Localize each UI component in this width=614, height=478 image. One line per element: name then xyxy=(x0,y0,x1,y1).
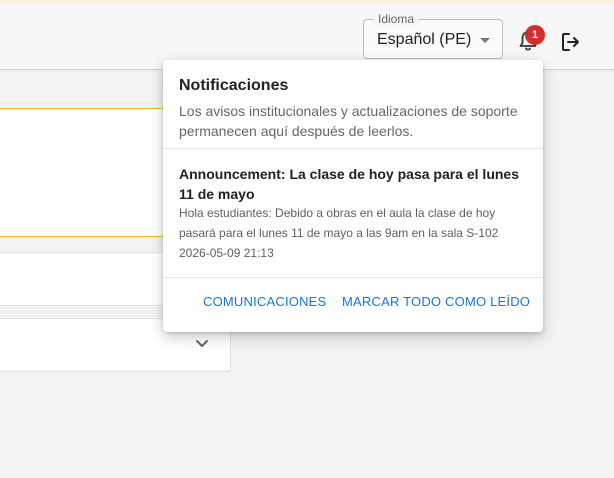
notification-body: Hola estudiantes: Debido a obras en el a… xyxy=(179,206,499,240)
divider xyxy=(163,277,543,278)
language-select-label: Idioma xyxy=(374,12,419,26)
notifications-subtitle: Los avisos institucionales y actualizaci… xyxy=(179,103,518,139)
language-select-value: Español (PE) xyxy=(377,31,472,48)
mark-all-read-button[interactable]: MARCAR TODO COMO LEÍDO xyxy=(342,294,530,309)
notifications-popover: Notificaciones Los avisos institucionale… xyxy=(163,60,543,332)
notification-title: Announcement: La clase de hoy pasa para … xyxy=(179,166,519,202)
communications-button[interactable]: COMUNICACIONES xyxy=(203,294,326,309)
caret-down-icon xyxy=(480,38,490,43)
notification-timestamp: 2026-05-09 21:13 xyxy=(179,246,274,260)
chevron-down-icon[interactable] xyxy=(194,338,210,350)
notifications-title: Notificaciones xyxy=(179,77,289,94)
logout-icon[interactable] xyxy=(560,31,582,53)
divider xyxy=(163,148,543,149)
language-select[interactable]: Idioma Español (PE) xyxy=(363,12,503,59)
notification-count-badge: 1 xyxy=(525,25,545,45)
